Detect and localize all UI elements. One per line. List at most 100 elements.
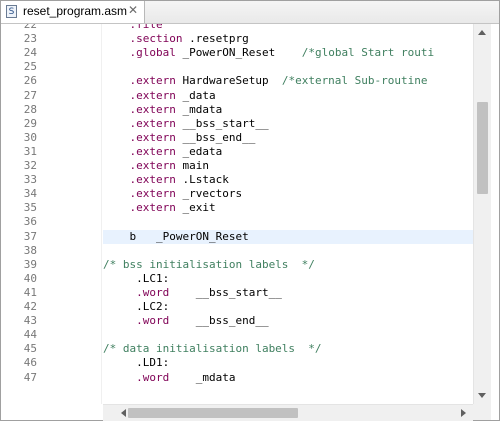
line-number: 41 [23, 285, 37, 299]
line-number: 30 [23, 130, 37, 144]
code-line[interactable]: .word __bss_start__ [103, 286, 473, 300]
code-text-area[interactable]: .file .section .resetprg .global _PowerO… [103, 24, 473, 404]
code-line[interactable] [103, 328, 473, 342]
code-text: .Lstack [175, 173, 229, 187]
editor-tab-reset-program[interactable]: S reset_program.asm ✕ [1, 1, 145, 23]
code-text: _mdata [175, 102, 223, 116]
line-number: 36 [23, 215, 37, 229]
code-text: __bss_start__ [175, 116, 269, 130]
code-keyword: .extern [103, 102, 176, 116]
code-text: HardwareSetup [175, 74, 282, 88]
current-code-line[interactable]: b _PowerON_Reset [103, 229, 473, 244]
assembly-file-icon: S [6, 5, 17, 18]
code-keyword: .extern [103, 173, 176, 187]
line-number: 23 [23, 32, 37, 46]
code-line[interactable]: .LC2: [103, 300, 473, 314]
code-text: _data [175, 88, 216, 102]
code-keyword: .word [103, 285, 170, 299]
code-line[interactable]: .LD1: [103, 356, 473, 370]
line-number: 31 [23, 144, 37, 158]
code-text: .LC2: [103, 300, 170, 313]
code-line[interactable]: .global _PowerON_Reset /*global Start ro… [103, 46, 473, 60]
line-number: 42 [23, 300, 37, 313]
code-text: __bss_start__ [169, 285, 282, 299]
code-text: .resetprg [182, 32, 249, 46]
code-keyword: .extern [103, 159, 176, 172]
code-keyword: .word [103, 370, 170, 384]
line-number: 27 [23, 88, 37, 102]
line-number: 24 [23, 46, 37, 60]
code-text: b _PowerON_Reset [103, 229, 249, 243]
code-text: _edata [175, 144, 223, 158]
horizontal-scrollbar[interactable] [103, 404, 473, 421]
code-keyword: .extern [103, 201, 176, 215]
code-keyword: .extern [103, 187, 176, 201]
code-text: .LD1: [103, 356, 170, 370]
code-line[interactable]: .extern _mdata [103, 103, 473, 117]
code-line[interactable]: .extern _rvectors [103, 187, 473, 201]
code-editor[interactable]: 22 23 24 25 26 27 28 29 30 31 32 33 34 35 36 37 38 39 40 41… [1, 24, 499, 421]
scroll-left-icon[interactable] [121, 409, 126, 417]
code-line[interactable]: .extern main [103, 159, 473, 173]
code-text: .LC1: [103, 271, 170, 285]
code-comment: /* bss initialisation labels */ [103, 257, 315, 271]
vertical-scroll-thumb[interactable] [477, 102, 488, 194]
code-line[interactable]: .extern _data [103, 89, 473, 103]
scrollbar-corner [473, 404, 491, 420]
code-line[interactable]: .word __bss_end__ [103, 314, 473, 328]
line-number: 35 [23, 201, 37, 215]
line-number: 34 [23, 187, 37, 201]
code-line[interactable]: .extern __bss_start__ [103, 117, 473, 131]
code-keyword: .extern [103, 88, 176, 102]
code-line[interactable]: /* bss initialisation labels */ [103, 258, 473, 272]
horizontal-scroll-thumb[interactable] [128, 408, 298, 418]
code-keyword: .global [103, 46, 176, 60]
line-number: 29 [23, 116, 37, 130]
line-number: 46 [23, 356, 37, 370]
code-comment: /* data initialisation labels */ [103, 342, 322, 356]
code-line[interactable] [103, 244, 473, 258]
code-line[interactable]: .LC1: [103, 272, 473, 286]
code-keyword: .extern [103, 74, 176, 88]
line-number: 38 [23, 243, 37, 257]
ruler-divider [101, 24, 102, 404]
line-number: 32 [23, 159, 37, 172]
line-number: 25 [23, 60, 37, 74]
line-number-ruler: 22 23 24 25 26 27 28 29 30 31 32 33 34 35 36 37 38 39 40 41… [1, 24, 102, 404]
line-number: 33 [23, 173, 37, 187]
code-line[interactable]: .section .resetprg [103, 32, 473, 46]
scroll-up-icon[interactable] [478, 30, 486, 35]
line-number: 45 [23, 342, 37, 356]
code-line[interactable]: .extern HardwareSetup /*external Sub-rou… [103, 74, 473, 88]
code-keyword: .extern [103, 144, 176, 158]
code-comment: /*external Sub-routine [281, 74, 428, 88]
code-line[interactable]: .extern _edata [103, 145, 473, 159]
code-line[interactable]: .word _mdata [103, 371, 473, 385]
code-text: _exit [175, 201, 216, 215]
line-number: 22 [23, 24, 37, 31]
vertical-scrollbar[interactable] [473, 24, 491, 404]
code-keyword: .extern [103, 130, 176, 144]
scroll-down-icon[interactable] [478, 393, 486, 398]
code-keyword: .extern [103, 116, 176, 130]
code-text: __bss_end__ [175, 130, 256, 144]
code-text: _rvectors [175, 187, 243, 201]
code-text: _PowerON_Reset [175, 46, 302, 60]
code-line[interactable] [103, 215, 473, 229]
line-number: 28 [23, 102, 37, 116]
code-keyword: .file [103, 24, 163, 31]
code-keyword: .word [103, 314, 170, 328]
code-line[interactable]: .extern _exit [103, 201, 473, 215]
code-text: main [175, 159, 209, 172]
close-icon[interactable]: ✕ [128, 3, 138, 17]
code-line[interactable]: /* data initialisation labels */ [103, 342, 473, 356]
line-number: 43 [23, 314, 37, 328]
code-line[interactable]: .extern __bss_end__ [103, 131, 473, 145]
code-line[interactable] [103, 60, 473, 74]
code-text: _mdata [169, 370, 236, 384]
code-line[interactable]: .file [103, 24, 473, 32]
editor-window: S reset_program.asm ✕ 22 23 24 25 26 27 28 29 30… [0, 0, 500, 421]
scroll-right-icon[interactable] [461, 409, 466, 417]
code-line[interactable]: .extern .Lstack [103, 173, 473, 187]
code-text: __bss_end__ [169, 314, 269, 328]
